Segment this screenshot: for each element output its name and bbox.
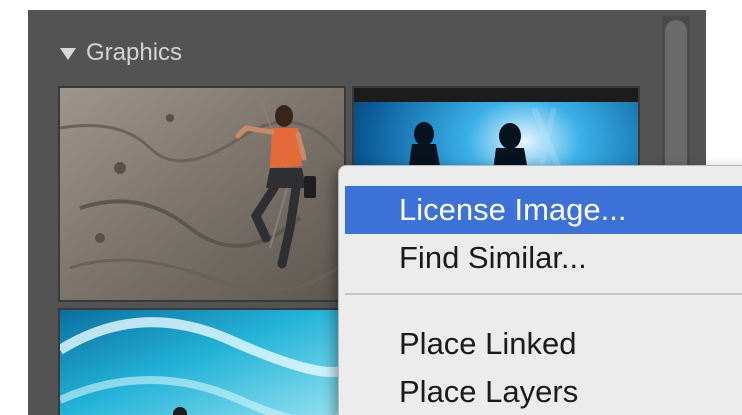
disclosure-triangle-icon[interactable]	[60, 48, 76, 60]
graphic-thumbnail-wave[interactable]	[58, 308, 346, 415]
context-menu: License Image... Find Similar... Place L…	[338, 165, 742, 415]
menu-item-license-image[interactable]: License Image...	[345, 186, 742, 234]
section-title: Graphics	[86, 39, 183, 66]
menu-separator	[345, 293, 742, 295]
menu-item-place-linked[interactable]: Place Linked	[345, 320, 742, 368]
graphic-thumbnail-climber[interactable]	[58, 86, 346, 302]
graphics-section-header[interactable]: Graphics	[60, 38, 182, 68]
menu-item-place-layers[interactable]: Place Layers	[345, 368, 742, 415]
menu-item-find-similar[interactable]: Find Similar...	[345, 234, 742, 282]
screenshot-stage: Graphics License Image... Find Similar..…	[0, 0, 742, 415]
